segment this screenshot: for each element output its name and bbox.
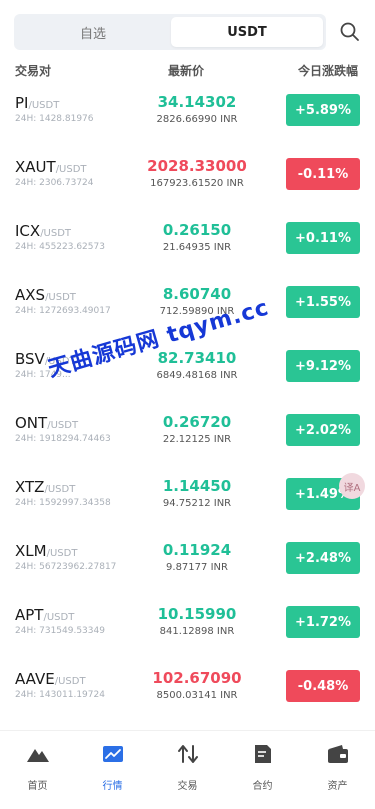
wallet-icon — [328, 745, 348, 763]
quote-asset: /USDT — [44, 484, 76, 495]
mountain-icon — [27, 749, 49, 762]
pair-symbol: APT/USDT — [15, 606, 74, 624]
last-price: 1.14450 — [162, 477, 232, 495]
tab-usdt[interactable]: USDT — [171, 17, 323, 47]
base-asset: ONT — [15, 414, 48, 432]
header-change: 今日涨跌幅 — [297, 64, 358, 78]
change-badge[interactable]: +0.11% — [286, 222, 360, 254]
market-row[interactable]: ONT/USDT 24H: 1918294.74463 0.26720 22.1212… — [0, 404, 375, 468]
fiat-price: 2826.66990 INR — [156, 114, 238, 125]
quote-asset: /USDT — [40, 228, 72, 239]
change-badge[interactable]: -0.11% — [286, 158, 360, 190]
market-row[interactable]: XTZ/USDT 24H: 1592997.34358 1.14450 94.7521… — [0, 468, 375, 532]
pair-symbol: XTZ/USDT — [15, 478, 75, 496]
nav-contract-label: 合约 — [252, 781, 273, 792]
base-asset: XLM — [15, 542, 47, 560]
column-headers: 交易对 最新价 今日涨跌幅 — [0, 60, 375, 80]
base-asset: PI — [15, 94, 29, 112]
quote-asset: /USDT — [47, 420, 79, 431]
pair-symbol: AAVE/USDT — [15, 670, 86, 688]
fiat-price: 167923.61520 INR — [150, 178, 244, 189]
nav-market-label: 行情 — [102, 781, 123, 792]
last-price: 0.26150 — [162, 221, 232, 239]
base-asset: XAUT — [15, 158, 56, 176]
volume-24h: 24H: 143011.19724 — [15, 690, 105, 700]
change-badge[interactable]: +1.55% — [286, 286, 360, 318]
quote-asset: /USDT — [45, 292, 76, 303]
change-badge[interactable]: +1.72% — [286, 606, 360, 638]
market-row[interactable]: AAVE/USDT 24H: 143011.19724 102.67090 8500.… — [0, 660, 375, 724]
search-button[interactable] — [338, 20, 362, 44]
header-pair: 交易对 — [15, 64, 52, 78]
volume-24h: 24H: 1428.81976 — [15, 114, 94, 124]
last-price: 0.26720 — [162, 413, 232, 431]
last-price: 102.67090 — [152, 669, 242, 687]
pair-symbol: ONT/USDT — [15, 414, 78, 432]
quote-asset: /USDT — [28, 100, 60, 111]
nav-assets[interactable]: 资产 — [300, 739, 375, 792]
volume-24h: 24H: 1592997.34358 — [15, 498, 111, 508]
last-price: 34.14302 — [157, 93, 237, 111]
quote-asset: /USDT — [55, 164, 87, 175]
last-price: 0.11924 — [162, 541, 232, 559]
volume-24h: 24H: 1272693.49017 — [15, 306, 111, 316]
base-asset: ICX — [15, 222, 41, 240]
last-price: 10.15990 — [157, 605, 237, 623]
nav-assets-label: 资产 — [327, 781, 348, 792]
base-asset: AAVE — [15, 670, 55, 688]
pair-symbol: ICX/USDT — [15, 222, 71, 240]
fiat-price: 21.64935 INR — [162, 242, 232, 253]
change-badge[interactable]: +9.12% — [286, 350, 360, 382]
tab-favorites[interactable]: 自选 — [17, 17, 169, 47]
volume-24h: 24H: 1918294.74463 — [15, 434, 111, 444]
nav-trade[interactable]: 交易 — [150, 739, 225, 792]
nav-home[interactable]: 首页 — [0, 739, 75, 792]
fiat-price: 94.75212 INR — [162, 498, 232, 509]
volume-24h: 24H: 455223.62573 — [15, 242, 105, 252]
top-bar: 自选 USDT — [0, 0, 375, 56]
pair-symbol: XLM/USDT — [15, 542, 77, 560]
nav-home-label: 首页 — [27, 781, 48, 792]
market-row[interactable]: XLM/USDT 24H: 56723962.27817 0.11924 9.8717… — [0, 532, 375, 596]
change-badge[interactable]: +2.02% — [286, 414, 360, 446]
fiat-price: 9.87177 INR — [166, 562, 228, 573]
quote-asset: /USDT — [43, 612, 75, 623]
pair-symbol: XAUT/USDT — [15, 158, 87, 176]
last-price: 2028.33000 — [147, 157, 247, 175]
base-asset: BSV — [15, 350, 45, 368]
nav-contract[interactable]: 合约 — [225, 739, 300, 792]
pair-symbol: AXS/USDT — [15, 286, 76, 304]
market-row[interactable]: XAUT/USDT 24H: 2306.73724 2028.33000 167923… — [0, 148, 375, 212]
pair-symbol: PI/USDT — [15, 94, 59, 112]
chart-icon — [103, 746, 123, 762]
document-icon — [255, 745, 271, 763]
volume-24h: 24H: 731549.53349 — [15, 626, 105, 636]
translate-float-button[interactable]: 译A — [339, 473, 365, 499]
base-asset: XTZ — [15, 478, 45, 496]
fiat-price: 22.12125 INR — [162, 434, 232, 445]
search-icon — [340, 22, 359, 41]
volume-24h: 24H: 56723962.27817 — [15, 562, 117, 572]
market-row[interactable]: APT/USDT 24H: 731549.53349 10.15990 841.128… — [0, 596, 375, 660]
volume-24h: 24H: 2306.73724 — [15, 178, 94, 188]
fiat-price: 841.12898 INR — [159, 626, 235, 637]
bottom-nav: 首页 行情 交易 合约 资产 — [0, 730, 375, 809]
quote-asset: /USDT — [54, 676, 86, 687]
change-badge[interactable]: +5.89% — [286, 94, 360, 126]
market-segment-control: 自选 USDT — [14, 14, 326, 50]
header-price: 最新价 — [168, 64, 205, 78]
fiat-price: 8500.03141 INR — [156, 690, 238, 701]
market-row[interactable]: ICX/USDT 24H: 455223.62573 0.26150 21.64935… — [0, 212, 375, 276]
change-badge[interactable]: -0.48% — [286, 670, 360, 702]
fiat-price: 6849.48168 INR — [156, 370, 238, 381]
base-asset: AXS — [15, 286, 46, 304]
quote-asset: /USDT — [46, 548, 78, 559]
base-asset: APT — [15, 606, 44, 624]
nav-market[interactable]: 行情 — [75, 739, 150, 792]
swap-arrows-icon — [178, 745, 198, 763]
change-badge[interactable]: +2.48% — [286, 542, 360, 574]
nav-trade-label: 交易 — [177, 781, 198, 792]
market-row[interactable]: PI/USDT 24H: 1428.81976 34.14302 2826.66990… — [0, 84, 375, 148]
